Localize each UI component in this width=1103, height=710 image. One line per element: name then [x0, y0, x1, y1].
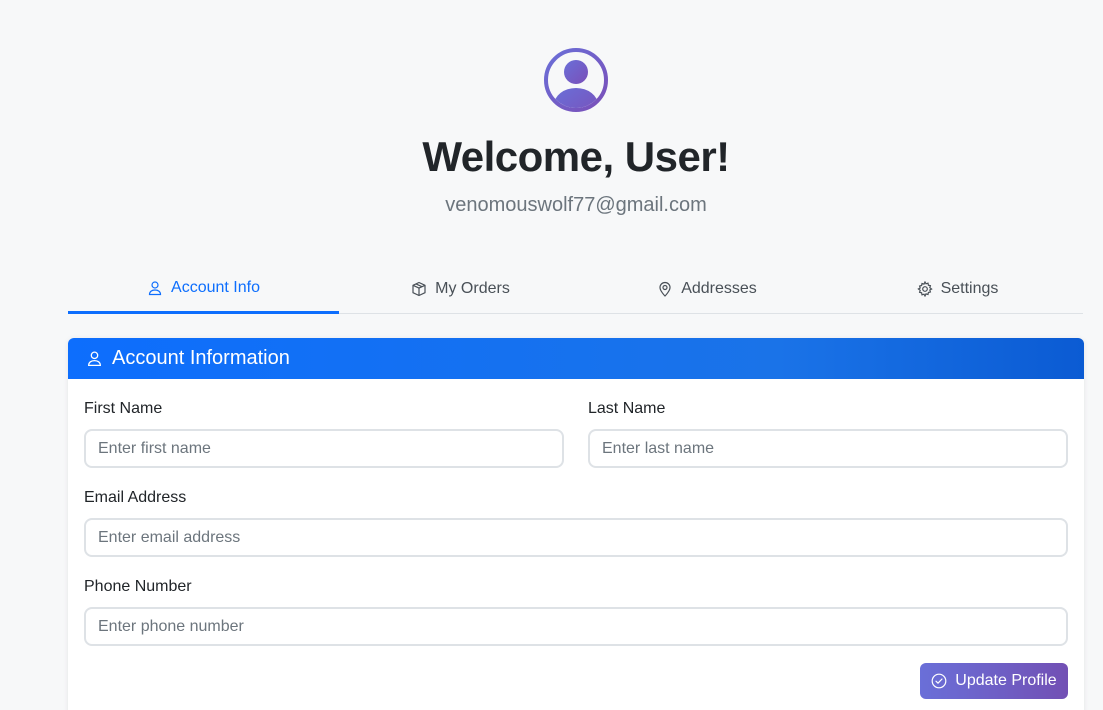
gear-icon: [916, 280, 933, 297]
tab-my-orders[interactable]: My Orders: [339, 266, 582, 313]
email-input[interactable]: [84, 518, 1068, 557]
box-icon: [412, 281, 426, 296]
tab-label: Addresses: [681, 279, 757, 297]
first-name-input[interactable]: [84, 429, 564, 468]
location-pin-icon: [659, 281, 671, 297]
check-circle-icon: [931, 673, 947, 689]
person-icon: [148, 281, 162, 296]
email-label: Email Address: [84, 489, 187, 506]
update-profile-button[interactable]: Update Profile: [920, 663, 1068, 699]
tab-label: My Orders: [435, 279, 510, 297]
tab-addresses[interactable]: Addresses: [582, 266, 832, 313]
last-name-input[interactable]: [588, 429, 1068, 468]
user-avatar-icon: [544, 48, 608, 112]
tab-label: Settings: [940, 279, 999, 297]
first-name-label: First Name: [84, 400, 163, 417]
welcome-heading: Welcome, User!: [422, 133, 730, 180]
user-email: venomouswolf77@gmail.com: [445, 194, 707, 216]
card-header: Account Information: [68, 338, 1084, 379]
tab-label: Account Info: [171, 279, 260, 296]
account-info-card: Account Information First Name Last Name…: [68, 338, 1084, 710]
profile-tabs: Account Info My Orders Addresses Setting…: [68, 266, 1083, 314]
phone-input[interactable]: [84, 607, 1068, 646]
card-title: Account Information: [112, 347, 290, 369]
button-label: Update Profile: [955, 672, 1057, 689]
person-icon: [88, 351, 101, 367]
phone-label: Phone Number: [84, 578, 192, 595]
last-name-label: Last Name: [588, 400, 666, 417]
tab-account-info[interactable]: Account Info: [68, 266, 339, 314]
tab-settings[interactable]: Settings: [832, 266, 1083, 313]
